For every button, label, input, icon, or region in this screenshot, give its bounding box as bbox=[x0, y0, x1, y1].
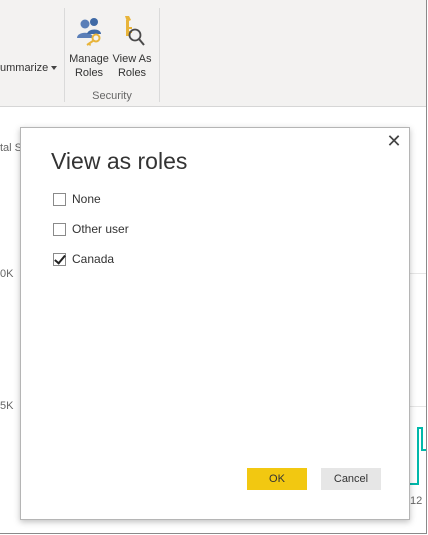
dialog-title: View as roles bbox=[51, 148, 188, 174]
background-chart-line bbox=[410, 427, 426, 485]
close-icon[interactable]: ✕ bbox=[385, 132, 403, 150]
role-checkbox[interactable] bbox=[53, 192, 66, 206]
role-option-none[interactable]: None bbox=[53, 191, 101, 207]
manage-roles-label-line2: Roles bbox=[74, 67, 104, 79]
role-label: Other user bbox=[72, 222, 129, 236]
document-magnifier-icon bbox=[125, 16, 145, 46]
view-as-roles-label-line1: View As bbox=[112, 53, 152, 65]
background-tick-upper: 0K bbox=[0, 268, 14, 280]
ribbon-separator bbox=[64, 8, 65, 102]
manage-roles-label-line1: Manage bbox=[69, 53, 109, 65]
people-key-icon bbox=[77, 18, 101, 46]
background-tick-lower: 5K bbox=[0, 400, 14, 412]
role-checkbox-checked[interactable] bbox=[53, 251, 66, 266]
view-as-roles-dialog: ✕ View as roles None Other user Canada O… bbox=[20, 127, 410, 520]
role-checkbox[interactable] bbox=[53, 222, 66, 236]
cancel-button[interactable]: Cancel bbox=[321, 468, 381, 490]
background-axis-title: tal S bbox=[0, 142, 23, 154]
summarize-dropdown[interactable]: ummarize bbox=[0, 62, 58, 74]
view-as-roles-button[interactable]: View As Roles bbox=[112, 14, 152, 80]
background-gridline bbox=[410, 406, 426, 407]
app-window: ummarize Manage Roles View As Roles Secu… bbox=[0, 0, 427, 534]
background-tick-axis: 12 bbox=[410, 495, 423, 507]
role-label: Canada bbox=[72, 252, 115, 266]
caret-down-icon bbox=[51, 66, 58, 71]
manage-roles-button[interactable]: Manage Roles bbox=[69, 14, 109, 80]
background-gridline bbox=[410, 273, 426, 274]
ribbon-separator bbox=[159, 8, 160, 102]
ribbon: ummarize Manage Roles View As Roles Secu… bbox=[0, 0, 426, 107]
role-option-other-user[interactable]: Other user bbox=[53, 221, 129, 237]
role-label: None bbox=[72, 192, 101, 206]
ok-button[interactable]: OK bbox=[247, 468, 307, 490]
checkmark-icon bbox=[54, 251, 66, 265]
security-group-label: Security bbox=[92, 90, 132, 102]
summarize-label: ummarize bbox=[0, 62, 49, 74]
view-as-roles-label-line2: Roles bbox=[117, 67, 147, 79]
role-option-canada[interactable]: Canada bbox=[53, 251, 114, 267]
